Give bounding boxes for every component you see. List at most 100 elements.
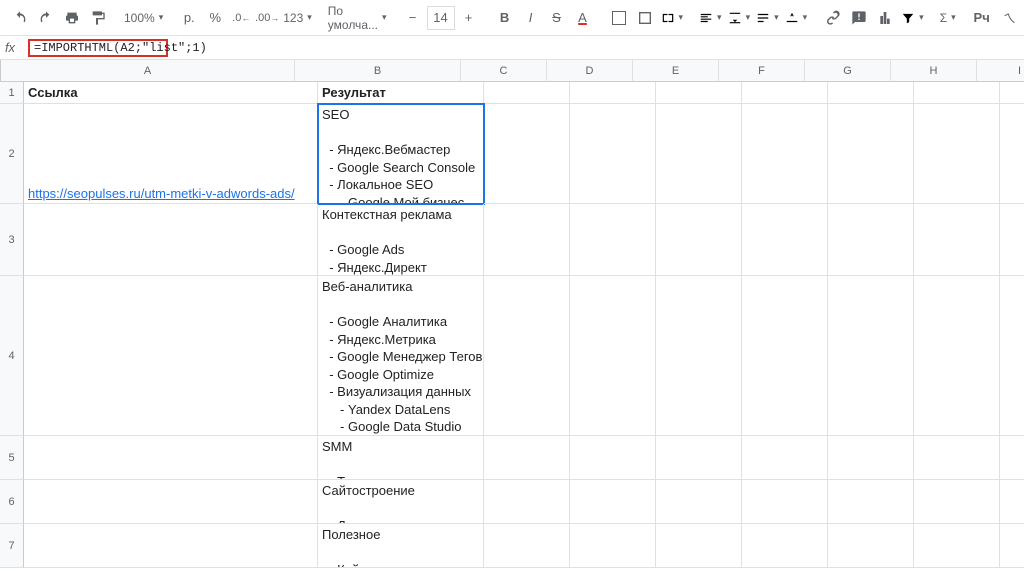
cell[interactable] — [570, 276, 656, 436]
cell[interactable] — [914, 204, 1000, 276]
cell[interactable] — [656, 204, 742, 276]
cell[interactable] — [1000, 276, 1024, 436]
cell[interactable] — [570, 524, 656, 568]
cell[interactable]: Ссылка — [24, 82, 318, 104]
cell[interactable] — [656, 82, 742, 104]
insert-chart-button[interactable] — [873, 6, 897, 30]
column-header[interactable]: F — [719, 60, 805, 82]
cell[interactable] — [656, 480, 742, 524]
cell[interactable] — [828, 104, 914, 204]
cell[interactable] — [742, 104, 828, 204]
cell[interactable]: Результат — [318, 82, 484, 104]
cell[interactable] — [656, 276, 742, 436]
cell[interactable]: Сайтостроение - Домены — [318, 480, 484, 524]
column-header[interactable]: H — [891, 60, 977, 82]
cell[interactable] — [914, 436, 1000, 480]
vertical-align-button[interactable] — [726, 11, 753, 25]
redo-button[interactable] — [34, 6, 58, 30]
functions-button[interactable]: Σ — [938, 11, 958, 25]
row-header[interactable]: 5 — [0, 436, 24, 480]
cell[interactable] — [484, 82, 570, 104]
italic-button[interactable]: I — [519, 6, 543, 30]
row-header[interactable]: 7 — [0, 524, 24, 568]
cell[interactable] — [656, 436, 742, 480]
cell[interactable] — [570, 104, 656, 204]
cell[interactable] — [484, 104, 570, 204]
cell[interactable] — [742, 204, 828, 276]
cell[interactable] — [570, 480, 656, 524]
cell[interactable] — [484, 524, 570, 568]
cell[interactable] — [570, 436, 656, 480]
undo-button[interactable] — [8, 6, 32, 30]
cell[interactable] — [914, 480, 1000, 524]
row-header[interactable]: 4 — [0, 276, 24, 436]
cell[interactable] — [1000, 104, 1024, 204]
cell[interactable] — [742, 524, 828, 568]
filter-button[interactable] — [899, 11, 926, 25]
cell[interactable] — [742, 82, 828, 104]
horizontal-align-button[interactable] — [697, 11, 724, 25]
cell[interactable] — [828, 524, 914, 568]
cell[interactable]: SMM - Таргетинг — [318, 436, 484, 480]
cell[interactable] — [914, 104, 1000, 204]
insert-link-button[interactable] — [821, 6, 845, 30]
cell[interactable] — [570, 204, 656, 276]
column-header[interactable]: D — [547, 60, 633, 82]
zoom-select[interactable]: 100% — [122, 11, 165, 25]
column-header[interactable]: I — [977, 60, 1024, 82]
cell[interactable] — [914, 276, 1000, 436]
cell[interactable] — [656, 104, 742, 204]
cell[interactable] — [742, 276, 828, 436]
cell[interactable] — [1000, 82, 1024, 104]
insert-comment-button[interactable] — [847, 6, 871, 30]
cell[interactable] — [828, 480, 914, 524]
font-size-value[interactable]: 14 — [427, 6, 455, 30]
cell[interactable] — [1000, 204, 1024, 276]
cell[interactable] — [828, 204, 914, 276]
print-button[interactable] — [60, 6, 84, 30]
cell[interactable] — [24, 276, 318, 436]
percent-button[interactable]: % — [203, 6, 227, 30]
row-header[interactable]: 1 — [0, 82, 24, 104]
cell[interactable] — [914, 524, 1000, 568]
column-header[interactable]: A — [1, 60, 295, 82]
text-wrap-button[interactable] — [754, 11, 781, 25]
font-size-decrease[interactable]: − — [401, 6, 425, 30]
more-button[interactable]: Рч — [970, 6, 994, 30]
cell[interactable] — [484, 204, 570, 276]
cells-area[interactable]: СсылкаРезультатhttps://seopulses.ru/utm-… — [24, 82, 1024, 568]
cell[interactable]: Полезное - Кейсы — [318, 524, 484, 568]
collapse-toolbar-button[interactable]: ㄟ — [998, 6, 1022, 30]
text-rotation-button[interactable] — [783, 11, 810, 25]
paint-format-button[interactable] — [86, 6, 110, 30]
borders-button[interactable] — [633, 6, 657, 30]
cell[interactable] — [742, 436, 828, 480]
cell[interactable]: SEO - Яндекс.Вебмастер - Google Search C… — [318, 104, 484, 204]
formula-input[interactable]: =IMPORTHTML(A2;"list";1) — [20, 38, 1024, 58]
decrease-decimal-button[interactable]: .0← — [229, 6, 253, 30]
row-header[interactable]: 2 — [0, 104, 24, 204]
cell[interactable] — [1000, 524, 1024, 568]
cell[interactable] — [484, 436, 570, 480]
cell[interactable] — [24, 204, 318, 276]
cell[interactable] — [484, 276, 570, 436]
fill-color-button[interactable] — [607, 6, 631, 30]
cell[interactable] — [24, 480, 318, 524]
cell[interactable] — [24, 436, 318, 480]
column-header[interactable]: E — [633, 60, 719, 82]
bold-button[interactable]: B — [493, 6, 517, 30]
cell[interactable]: Контекстная реклама - Google Ads - Яндек… — [318, 204, 484, 276]
increase-decimal-button[interactable]: .00→ — [255, 6, 279, 30]
cell[interactable] — [1000, 436, 1024, 480]
cell[interactable] — [828, 276, 914, 436]
strikethrough-button[interactable]: S — [545, 6, 569, 30]
cell[interactable] — [828, 82, 914, 104]
cell[interactable] — [484, 480, 570, 524]
font-size-increase[interactable]: + — [457, 6, 481, 30]
column-header[interactable]: B — [295, 60, 461, 82]
column-header[interactable]: G — [805, 60, 891, 82]
number-format-select[interactable]: 123 — [281, 11, 314, 25]
currency-button[interactable]: р. — [177, 6, 201, 30]
column-header[interactable]: C — [461, 60, 547, 82]
cell[interactable] — [1000, 480, 1024, 524]
